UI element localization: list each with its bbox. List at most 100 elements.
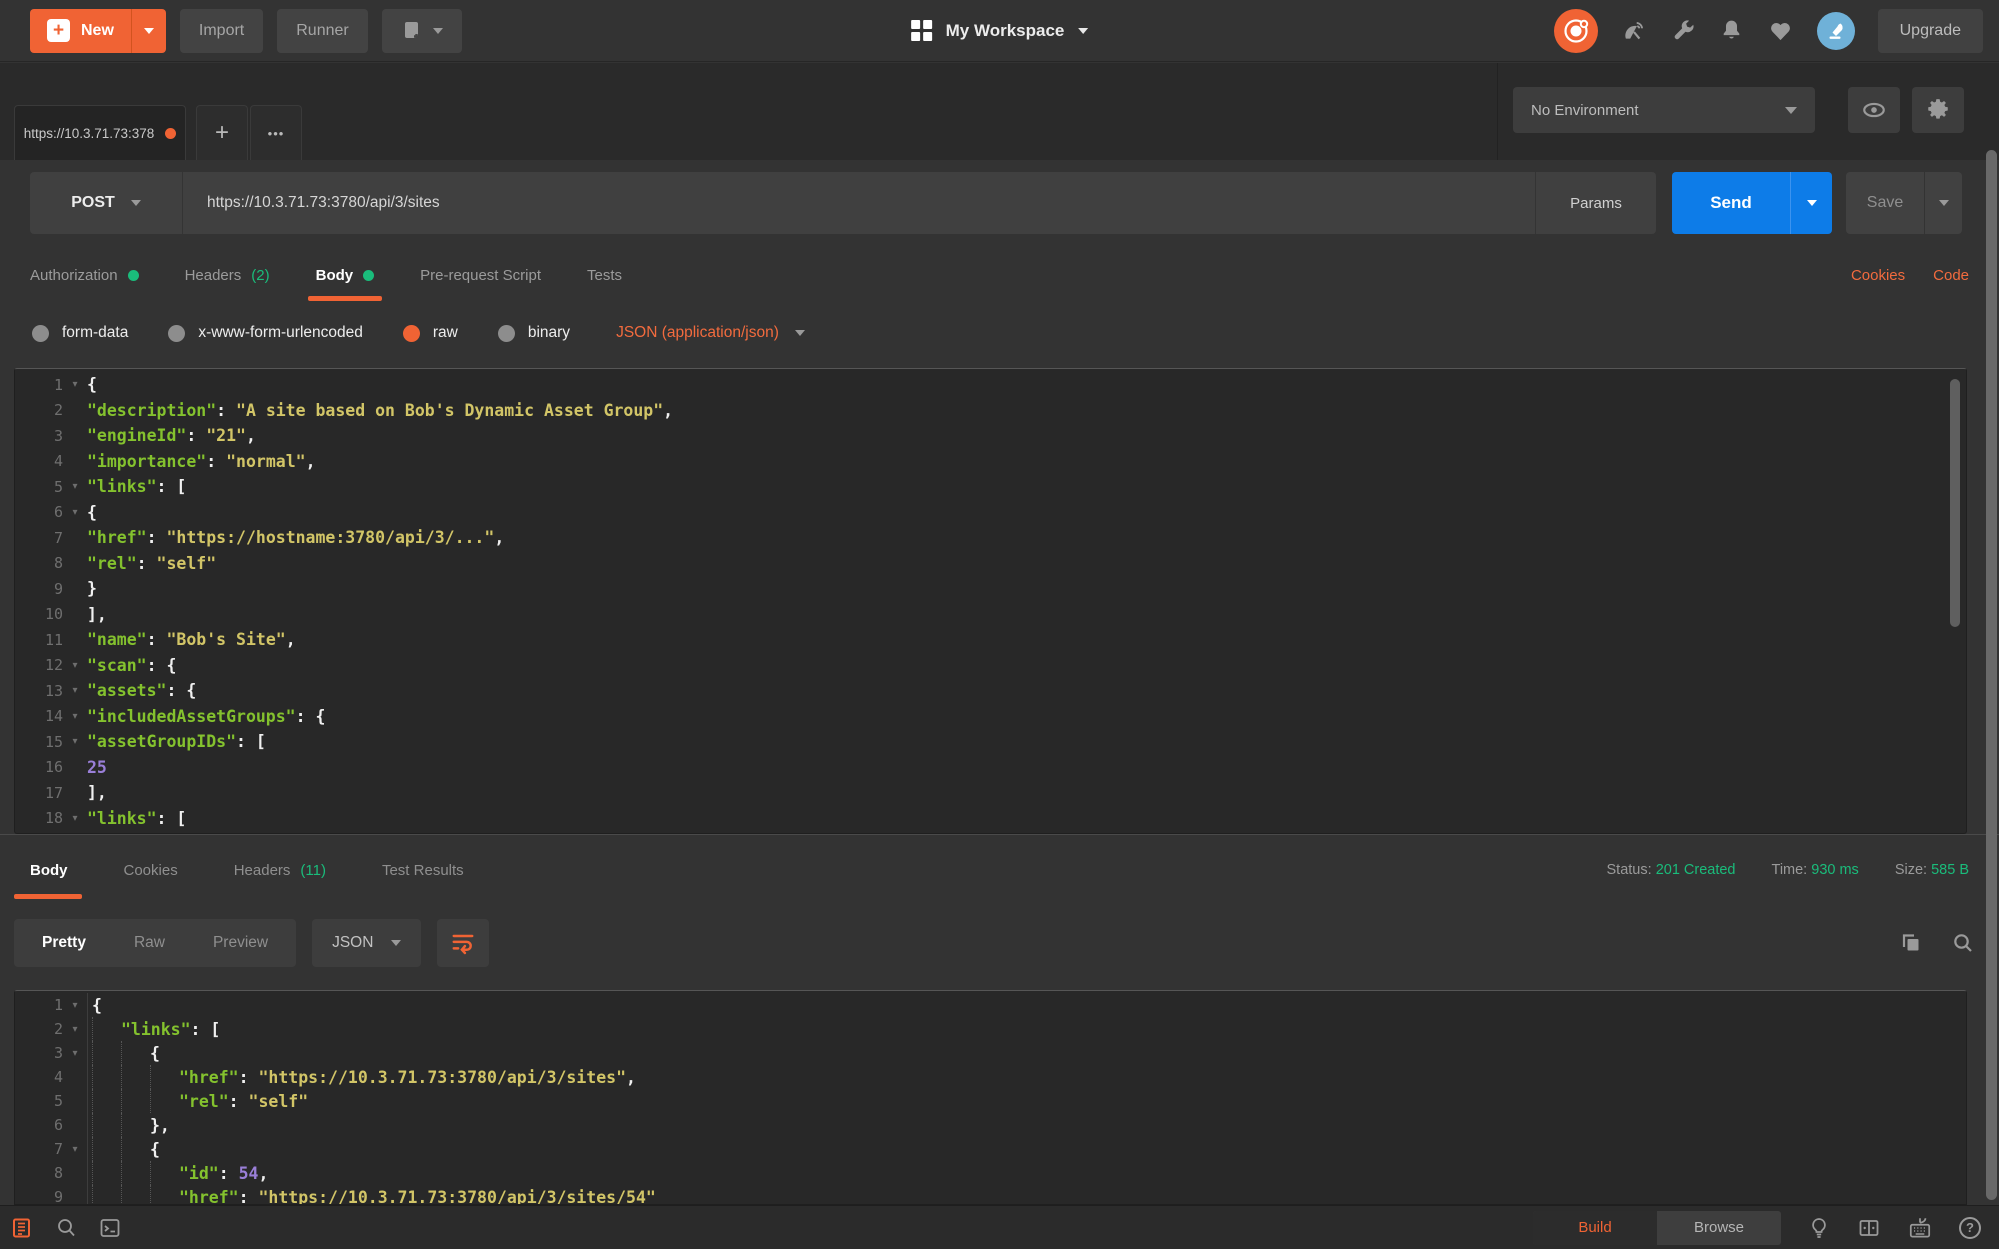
fold-caret-icon[interactable]: ▾ [63,736,87,747]
view-preview-button[interactable]: Preview [189,934,292,952]
browse-toggle[interactable]: Browse [1657,1211,1781,1245]
response-tab-test-results[interactable]: Test Results [382,835,464,905]
tab-tests[interactable]: Tests [587,246,622,304]
code-line[interactable]: 17], [15,780,1966,806]
fold-caret-icon[interactable]: ▾ [63,1024,87,1035]
new-window-button[interactable] [382,9,462,53]
two-pane-layout-icon[interactable] [1857,1216,1881,1240]
code-line[interactable]: 14▾"includedAssetGroups": { [15,704,1966,730]
console-icon[interactable] [98,1216,122,1240]
wrench-icon[interactable] [1670,18,1696,44]
runner-button[interactable]: Runner [277,9,367,53]
help-icon[interactable]: ? [1959,1217,1981,1239]
code-line[interactable]: 13▾"assets": { [15,678,1966,704]
user-avatar[interactable] [1817,12,1855,50]
fold-caret-icon[interactable]: ▾ [63,660,87,671]
environment-quicklook-button[interactable] [1848,87,1900,133]
tab-label: Pre-request Script [420,267,541,284]
code-line[interactable]: 15▾"assetGroupIDs": [ [15,729,1966,755]
wrap-text-button[interactable] [437,919,489,967]
fold-caret-icon[interactable]: ▾ [63,507,87,518]
response-tab-cookies[interactable]: Cookies [124,835,178,905]
settings-button[interactable] [1912,87,1964,133]
import-button[interactable]: Import [180,9,263,53]
code-text: { [87,993,102,1017]
code-line[interactable]: 12▾"scan": { [15,653,1966,679]
tab-headers[interactable]: Headers (2) [185,246,270,304]
fold-caret-icon[interactable]: ▾ [63,1048,87,1059]
send-button[interactable]: Send [1672,172,1790,234]
code-link[interactable]: Code [1933,267,1969,284]
send-options-caret[interactable] [1790,172,1832,234]
response-tab-headers[interactable]: Headers (11) [234,835,326,905]
satellite-icon[interactable] [1621,18,1647,44]
code-line[interactable]: 11"name": "Bob's Site", [15,627,1966,653]
postman-app-window: + New Import Runner My Workspace [0,0,1999,1249]
view-pretty-button[interactable]: Pretty [18,934,110,952]
body-type-urlencoded[interactable]: x-www-form-urlencoded [168,324,363,342]
find-icon[interactable] [54,1216,78,1240]
code-line[interactable]: 4"importance": "normal", [15,449,1966,475]
body-type-form-data[interactable]: form-data [32,324,128,342]
upgrade-label: Upgrade [1900,22,1961,40]
fold-caret-icon[interactable]: ▾ [63,711,87,722]
code-line[interactable]: 1625 [15,755,1966,781]
view-raw-button[interactable]: Raw [110,934,189,952]
code-line[interactable]: 5▾"links": [ [15,474,1966,500]
code-line[interactable]: 8"rel": "self" [15,551,1966,577]
code-line[interactable]: 10], [15,602,1966,628]
sidebar-toggle-icon[interactable] [10,1216,34,1240]
tab-prerequest-script[interactable]: Pre-request Script [420,246,541,304]
heart-icon[interactable] [1767,17,1794,44]
response-language-selector[interactable]: JSON [312,919,421,967]
new-button-main[interactable]: + New [30,9,131,53]
code-line[interactable]: 7"href": "https://hostname:3780/api/3/..… [15,525,1966,551]
method-selector[interactable]: POST [30,172,182,234]
params-button[interactable]: Params [1536,172,1656,234]
content-type-selector[interactable]: JSON (application/json) [616,324,805,342]
fold-caret-icon[interactable]: ▾ [63,481,87,492]
url-input[interactable]: https://10.3.71.73:3780/api/3/sites [183,172,1535,234]
workspace-switcher[interactable]: My Workspace [911,20,1089,41]
window-scrollbar-thumb[interactable] [1986,150,1997,1200]
code-line[interactable]: 1▾{ [15,372,1966,398]
keyboard-shortcuts-icon[interactable] [1907,1215,1933,1241]
code-line[interactable]: 6▾{ [15,500,1966,526]
copy-icon[interactable] [1899,931,1923,955]
new-dropdown-caret[interactable] [131,9,166,53]
fold-caret-icon[interactable]: ▾ [63,379,87,390]
code-line[interactable]: 3"engineId": "21", [15,423,1966,449]
save-button[interactable]: Save [1846,172,1924,234]
search-icon[interactable] [1951,931,1975,955]
editor-scrollbar-thumb[interactable] [1950,379,1960,627]
sync-status-icon[interactable] [1554,9,1598,53]
upgrade-button[interactable]: Upgrade [1878,9,1983,53]
new-tab-button[interactable]: + [196,105,248,160]
fold-caret-icon[interactable]: ▾ [63,1000,87,1011]
params-label: Params [1570,195,1622,212]
code-text: "id": 54, [87,1161,268,1185]
code-line[interactable]: 9} [15,576,1966,602]
environment-selector[interactable]: No Environment [1513,87,1815,133]
line-number: 10 [15,605,63,623]
body-type-binary[interactable]: binary [498,324,570,342]
fold-caret-icon[interactable]: ▾ [63,1144,87,1155]
code-line[interactable]: 18▾"links": [ [15,806,1966,832]
save-options-caret[interactable] [1924,172,1962,234]
fold-caret-icon[interactable]: ▾ [63,685,87,696]
tab-options-button[interactable]: ••• [250,105,302,160]
cookies-link[interactable]: Cookies [1851,267,1905,284]
fold-caret-icon[interactable]: ▾ [63,813,87,824]
open-request-tab[interactable]: https://10.3.71.73:378 [14,105,186,160]
code-line[interactable]: 2"description": "A site based on Bob's D… [15,398,1966,424]
response-tab-body[interactable]: Body [30,835,68,905]
body-type-raw[interactable]: raw [403,324,458,342]
tab-body[interactable]: Body [316,246,375,304]
chevron-down-icon [1078,28,1088,34]
new-button[interactable]: + New [30,9,166,53]
tab-authorization[interactable]: Authorization [30,246,139,304]
bell-icon[interactable] [1719,18,1744,43]
build-toggle[interactable]: Build [1533,1211,1657,1245]
request-body-editor[interactable]: 1▾{2"description": "A site based on Bob'… [14,368,1967,834]
lightbulb-icon[interactable] [1807,1216,1831,1240]
